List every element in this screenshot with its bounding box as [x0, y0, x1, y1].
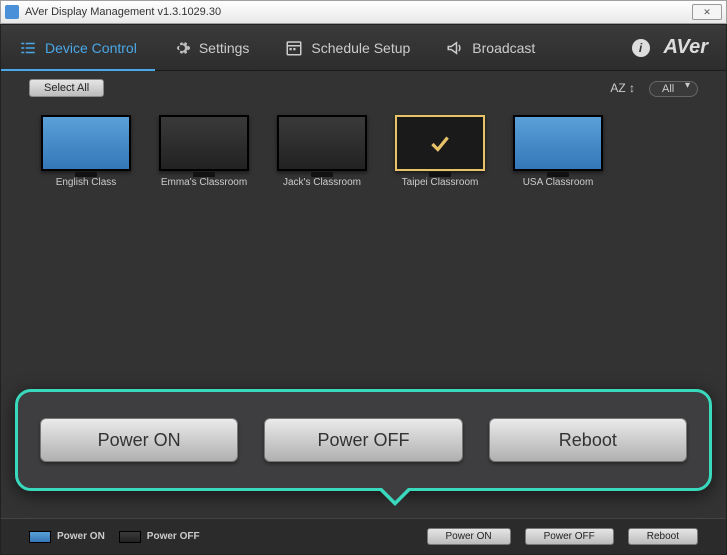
sort-az-icon[interactable]: AZ ↕ — [610, 81, 635, 95]
nav-label: Settings — [199, 40, 250, 56]
device-tile[interactable]: English Class — [41, 115, 131, 188]
device-label: Emma's Classroom — [161, 177, 247, 188]
swatch-off-icon — [119, 531, 141, 543]
reboot-button[interactable]: Reboot — [628, 528, 698, 545]
nav-settings[interactable]: Settings — [155, 25, 268, 70]
window-close-button[interactable]: ✕ — [692, 4, 722, 20]
app-icon — [5, 5, 19, 19]
device-grid: English Class Emma's Classroom Jack's Clas… — [1, 97, 726, 206]
gear-icon — [173, 39, 191, 57]
nav-device-control[interactable]: Device Control — [1, 25, 155, 70]
nav-label: Broadcast — [472, 40, 535, 56]
nav-label: Schedule Setup — [311, 40, 410, 56]
toolbar: Select All AZ ↕ All — [1, 71, 726, 97]
nav-schedule[interactable]: Schedule Setup — [267, 25, 428, 70]
monitor-icon — [159, 115, 249, 171]
app-body: Device Control Settings Schedule Setup B… — [0, 24, 727, 555]
nav-label: Device Control — [45, 40, 137, 56]
brand-logo: AVer — [664, 36, 708, 59]
legend-label: Power OFF — [147, 531, 200, 542]
device-tile[interactable]: USA Classroom — [513, 115, 603, 188]
check-icon — [395, 115, 485, 171]
callout-panel: Power ON Power OFF Reboot — [15, 389, 712, 491]
device-tile[interactable]: Jack's Classroom — [277, 115, 367, 188]
device-tile[interactable]: Taipei Classroom — [395, 115, 485, 188]
power-on-big-button[interactable]: Power ON — [40, 418, 238, 462]
select-all-button[interactable]: Select All — [29, 79, 104, 97]
footer: Power ON Power OFF Power ON Power OFF Re… — [1, 518, 726, 554]
reboot-big-button[interactable]: Reboot — [489, 418, 687, 462]
monitor-icon — [277, 115, 367, 171]
filter-select[interactable]: All — [649, 81, 698, 97]
monitor-icon — [513, 115, 603, 171]
power-off-button[interactable]: Power OFF — [525, 528, 614, 545]
device-label: English Class — [56, 177, 117, 188]
legend-power-on: Power ON — [29, 531, 105, 543]
power-off-big-button[interactable]: Power OFF — [264, 418, 462, 462]
window-title: AVer Display Management v1.3.1029.30 — [25, 6, 221, 18]
legend-power-off: Power OFF — [119, 531, 200, 543]
nav-broadcast[interactable]: Broadcast — [428, 25, 553, 70]
monitor-icon — [41, 115, 131, 171]
swatch-on-icon — [29, 531, 51, 543]
window-titlebar: AVer Display Management v1.3.1029.30 ✕ — [0, 0, 727, 24]
device-label: Taipei Classroom — [402, 177, 479, 188]
device-label: Jack's Classroom — [283, 177, 361, 188]
legend-label: Power ON — [57, 531, 105, 542]
top-nav: Device Control Settings Schedule Setup B… — [1, 25, 726, 71]
device-tile[interactable]: Emma's Classroom — [159, 115, 249, 188]
list-icon — [19, 39, 37, 57]
info-icon[interactable]: i — [632, 39, 650, 57]
device-label: USA Classroom — [523, 177, 594, 188]
power-on-button[interactable]: Power ON — [427, 528, 511, 545]
calendar-icon — [285, 39, 303, 57]
megaphone-icon — [446, 39, 464, 57]
